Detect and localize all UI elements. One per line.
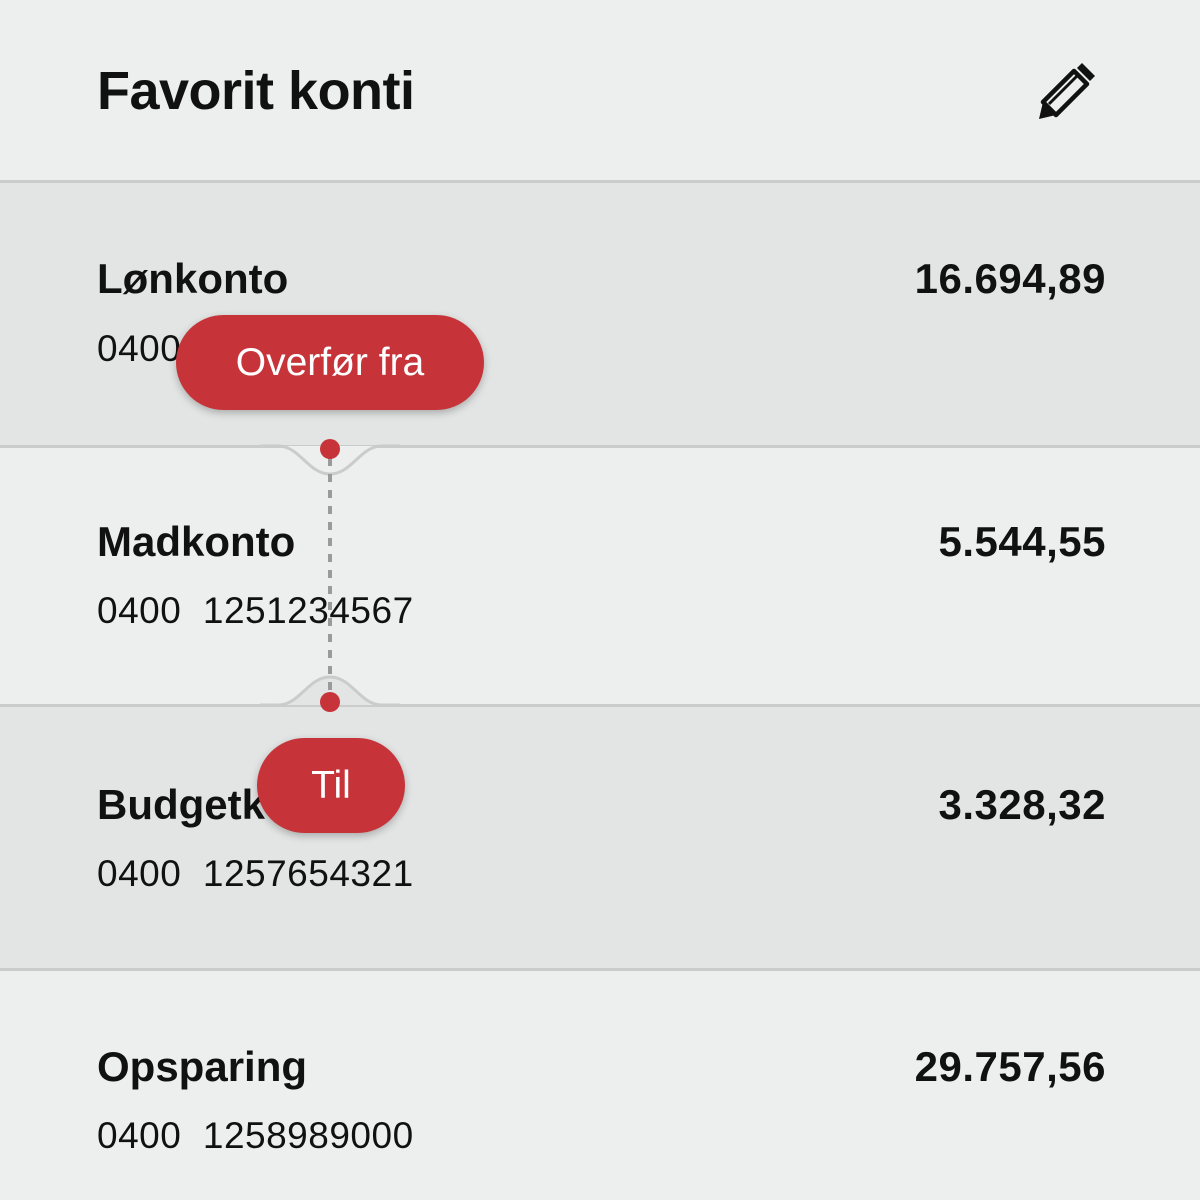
transfer-from-pill[interactable]: Overfør fra	[176, 315, 484, 410]
account-number: 0400 1251234567	[97, 590, 414, 631]
account-row-madkonto[interactable]: Madkonto 0400 1251234567 5.544,55	[0, 448, 1200, 704]
page-title: Favorit konti	[97, 61, 415, 121]
header: Favorit konti	[0, 0, 1200, 180]
account-balance: 3.328,32	[938, 781, 1106, 828]
transfer-to-pill[interactable]: Til	[257, 738, 405, 833]
account-row-lonkonto[interactable]: Lønkonto 0400 1251234567 16.694,89	[0, 183, 1200, 445]
account-row-budgetkonto[interactable]: Budgetkonto 0400 1257654321 3.328,32	[0, 707, 1200, 968]
account-row-opsparing[interactable]: Opsparing 0400 1258989000 29.757,56	[0, 971, 1200, 1200]
account-number: 0400 1257654321	[97, 853, 414, 894]
account-name: Madkonto	[97, 518, 296, 565]
transfer-to-handle[interactable]	[320, 692, 340, 712]
transfer-from-handle[interactable]	[320, 439, 340, 459]
account-balance: 5.544,55	[938, 518, 1106, 565]
account-balance: 29.757,56	[914, 1043, 1106, 1090]
account-balance: 16.694,89	[914, 255, 1106, 302]
favorite-accounts-screen: Favorit konti Lønkonto 0400 1251234567 1…	[0, 0, 1200, 1200]
edit-button[interactable]	[1036, 58, 1100, 122]
account-name: Lønkonto	[97, 255, 289, 302]
pencil-icon	[1039, 63, 1095, 119]
account-name: Opsparing	[97, 1043, 308, 1090]
account-number: 0400 1258989000	[97, 1115, 414, 1156]
